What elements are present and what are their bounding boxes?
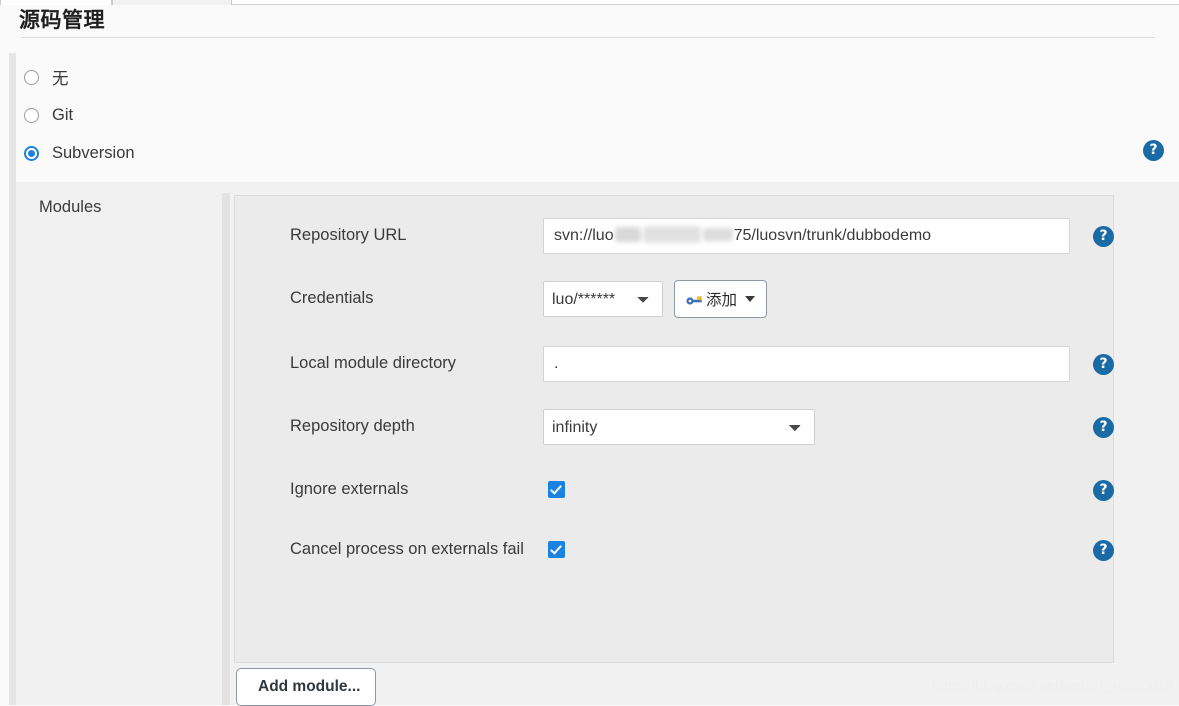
browser-tab-2[interactable] (112, 0, 232, 5)
radio-label-git: Git (52, 105, 74, 124)
chevron-down-icon (745, 296, 756, 302)
label-credentials: Credentials (290, 289, 374, 307)
key-icon (686, 293, 703, 305)
input-local-module-directory[interactable]: . (543, 346, 1070, 382)
help-icon-repository-url[interactable]: ? (1093, 226, 1114, 247)
modules-area: Modules Repository URL svn://luo 75/luosv… (16, 182, 1179, 705)
label-cancel-process-on-externals-fail: Cancel process on externals fail (290, 540, 524, 558)
radio-option-subversion[interactable]: Subversion (24, 134, 1124, 172)
redaction-block-3 (702, 228, 733, 242)
label-repository-url: Repository URL (290, 226, 407, 244)
title-divider (21, 37, 1155, 38)
redaction-block-2 (642, 226, 701, 244)
add-module-button[interactable]: Add module... (236, 668, 376, 706)
help-icon-repository-depth[interactable]: ? (1093, 417, 1114, 438)
select-repository-depth[interactable]: infinity (543, 409, 815, 445)
left-rail (9, 53, 16, 705)
label-local-module-directory: Local module directory (290, 354, 456, 372)
help-icon-cancel-process-on-externals-fail[interactable]: ? (1093, 540, 1114, 561)
scm-radio-group: 无 Git Subversion (24, 58, 1124, 172)
add-credentials-label: 添加 (706, 291, 738, 309)
help-icon-local-module-directory[interactable]: ? (1093, 354, 1114, 375)
repository-url-suffix: 75/luosvn/trunk/dubbodemo (733, 227, 932, 244)
radio-option-none[interactable]: 无 (24, 58, 1124, 96)
panel-rail (222, 193, 230, 705)
repository-url-prefix: svn://luo (554, 227, 614, 244)
modules-section-label: Modules (39, 198, 102, 216)
page-title: 源码管理 (19, 8, 105, 32)
input-repository-url[interactable]: svn://luo 75/luosvn/trunk/dubbodemo (543, 218, 1070, 254)
label-ignore-externals: Ignore externals (290, 480, 409, 498)
subversion-settings-panel: Repository URL svn://luo 75/luosvn/trunk/… (234, 195, 1114, 663)
radio-option-git[interactable]: Git (24, 96, 1124, 134)
help-icon-subversion[interactable]: ? (1143, 140, 1164, 161)
help-icon-ignore-externals[interactable]: ? (1093, 480, 1114, 501)
watermark: https://blog.csdn.net/weixin_40990818 (932, 678, 1173, 693)
radio-label-subversion: Subversion (52, 143, 135, 162)
select-credentials[interactable]: luo/****** (543, 281, 663, 317)
radio-icon-none[interactable] (24, 69, 39, 85)
add-credentials-button[interactable]: 添加 (674, 280, 768, 318)
radio-label-none: 无 (52, 70, 69, 88)
redaction-block-1 (614, 227, 641, 243)
browser-chrome-strip (0, 0, 1179, 5)
label-repository-depth: Repository depth (290, 417, 415, 435)
checkbox-cancel-process-on-externals-fail[interactable] (548, 541, 565, 558)
radio-icon-subversion[interactable] (24, 145, 39, 161)
radio-icon-git[interactable] (24, 107, 39, 123)
checkbox-ignore-externals[interactable] (548, 481, 565, 498)
